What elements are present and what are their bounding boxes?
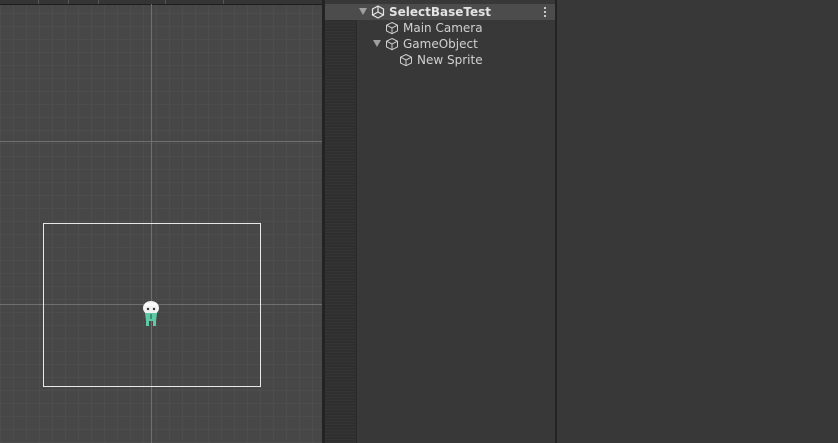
expand-arrow-icon[interactable] [359,8,367,15]
kebab-menu-icon[interactable] [543,5,547,19]
hierarchy-panel: SelectBaseTest Main Camera GameObject Ne… [325,0,555,443]
expand-arrow-icon[interactable] [373,40,381,47]
unity-logo-icon [371,5,385,19]
scene-grid-line [0,141,322,142]
hierarchy-item-label: New Sprite [417,53,483,67]
hierarchy-item-main-camera[interactable]: Main Camera [325,20,555,36]
inspector-panel [557,0,838,443]
hierarchy-item-label: Main Camera [403,21,483,35]
scene-toolbar [0,0,322,5]
hierarchy-item-label: GameObject [403,37,478,51]
toolbar-separator [165,0,166,4]
toolbar-separator [68,0,69,4]
hierarchy-gutter [325,19,357,443]
toolbar-separator [98,0,99,4]
sprite-character[interactable] [140,298,162,328]
hierarchy-scene-row[interactable]: SelectBaseTest [325,4,555,20]
gameobject-cube-icon [400,53,412,67]
gameobject-cube-icon [386,37,398,51]
hierarchy-item-new-sprite[interactable]: New Sprite [325,52,555,68]
scene-view[interactable] [0,0,322,443]
scene-name: SelectBaseTest [389,5,492,19]
toolbar-separator [38,0,39,4]
hierarchy-item-gameobject[interactable]: GameObject [325,36,555,52]
toolbar-separator [223,0,224,4]
gameobject-cube-icon [386,21,398,35]
